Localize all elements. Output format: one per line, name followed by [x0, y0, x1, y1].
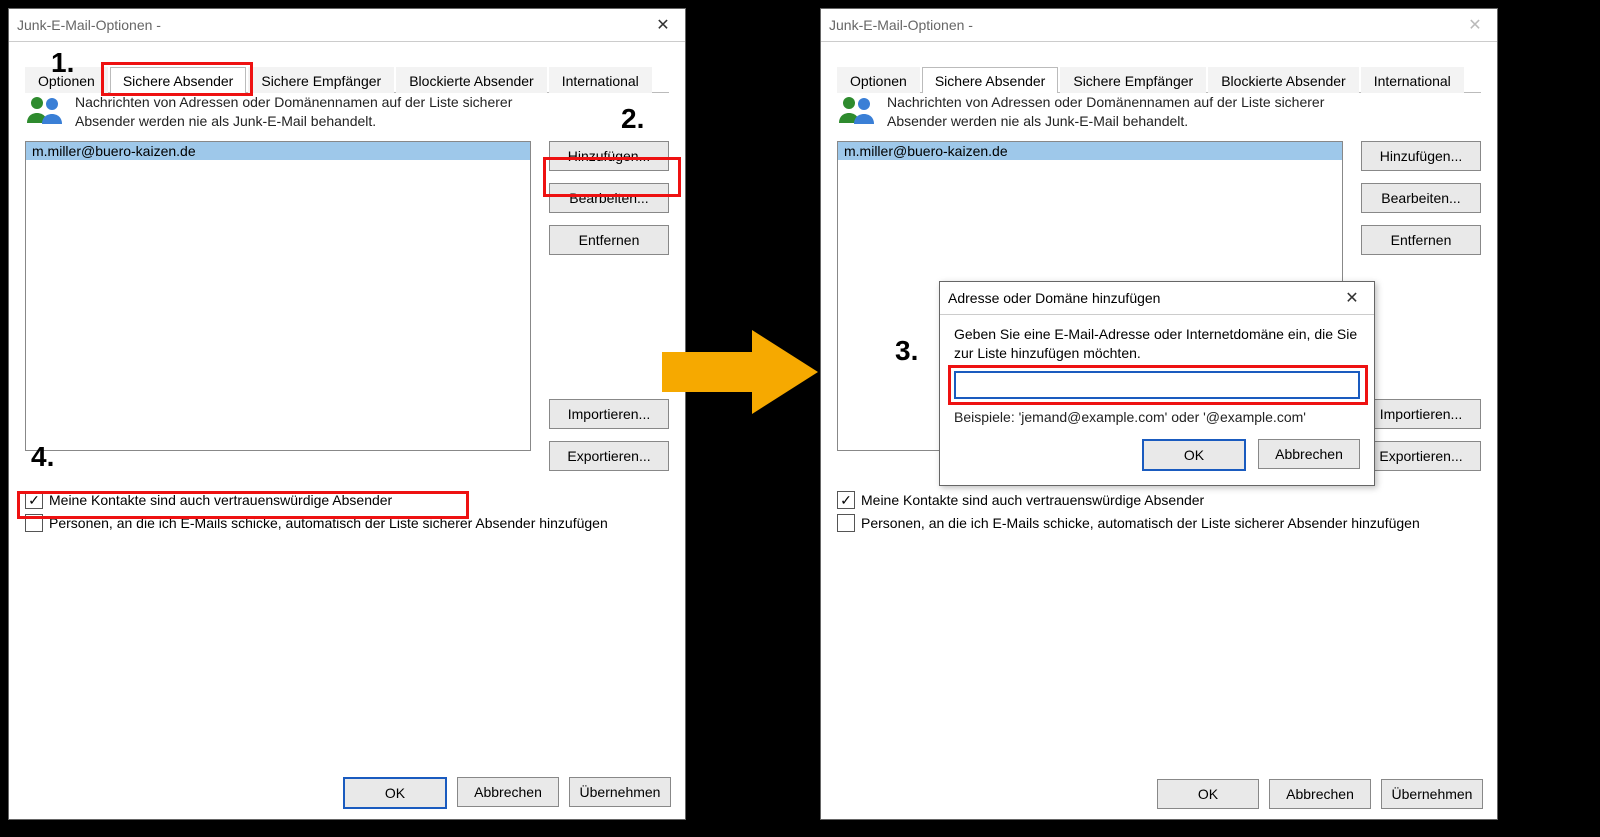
annotation-2: 2. [621, 103, 644, 135]
title-bar: Junk-E-Mail-Optionen - ✕ [9, 9, 685, 42]
annotation-3: 3. [895, 335, 918, 367]
annotation-1: 1. [51, 47, 74, 79]
tab-description: Nachrichten von Adressen oder Domänennam… [887, 93, 1327, 131]
sender-listbox[interactable]: m.miller@buero-kaizen.de [25, 141, 531, 451]
edit-button[interactable]: Bearbeiten... [549, 183, 669, 213]
tab-sichere-empfaenger[interactable]: Sichere Empfänger [248, 67, 394, 93]
modal-ok-button[interactable]: OK [1142, 439, 1246, 471]
checkbox-auto-add-recipients-label: Personen, an die ich E-Mails schicke, au… [49, 514, 608, 533]
add-button[interactable]: Hinzufügen... [549, 141, 669, 171]
arrow-icon [662, 322, 818, 422]
ok-button[interactable]: OK [1157, 779, 1259, 809]
dialog-footer: OK Abbrechen Übernehmen [1157, 779, 1483, 809]
tab-description: Nachrichten von Adressen oder Domänennam… [75, 93, 515, 131]
modal-example: Beispiele: 'jemand@example.com' oder '@e… [954, 409, 1360, 425]
tab-sichere-absender[interactable]: Sichere Absender [110, 67, 247, 93]
dialog-footer: OK Abbrechen Übernehmen [343, 777, 671, 809]
annotation-4: 4. [31, 441, 54, 473]
checkbox-contacts-trusted[interactable]: ✓ [25, 491, 43, 509]
tab-optionen[interactable]: Optionen [837, 67, 920, 93]
checkbox-auto-add-recipients[interactable] [837, 514, 855, 532]
close-icon[interactable]: ✕ [1453, 9, 1497, 41]
modal-instruction: Geben Sie eine E-Mail-Adresse oder Inter… [954, 325, 1360, 363]
window-title: Junk-E-Mail-Optionen - [9, 17, 641, 33]
modal-cancel-button[interactable]: Abbrechen [1258, 439, 1360, 469]
people-icon [837, 93, 877, 127]
tab-international[interactable]: International [549, 67, 652, 93]
junk-options-dialog-step1: Junk-E-Mail-Optionen - ✕ Optionen Sicher… [8, 8, 686, 820]
remove-button[interactable]: Entfernen [1361, 225, 1481, 255]
export-button[interactable]: Exportieren... [1361, 441, 1481, 471]
title-bar: Junk-E-Mail-Optionen - ✕ [821, 9, 1497, 42]
checkbox-contacts-trusted[interactable]: ✓ [837, 491, 855, 509]
apply-button[interactable]: Übernehmen [569, 777, 671, 807]
tab-strip: Optionen Sichere Absender Sichere Empfän… [25, 60, 669, 93]
modal-title: Adresse oder Domäne hinzufügen [940, 290, 1330, 306]
add-address-dialog: Adresse oder Domäne hinzufügen ✕ Geben S… [939, 281, 1375, 486]
address-input[interactable] [954, 371, 1360, 399]
list-item[interactable]: m.miller@buero-kaizen.de [26, 142, 530, 160]
import-button[interactable]: Importieren... [1361, 399, 1481, 429]
export-button[interactable]: Exportieren... [549, 441, 669, 471]
checkbox-contacts-trusted-label: Meine Kontakte sind auch vertrauenswürdi… [49, 491, 392, 510]
close-icon[interactable]: ✕ [641, 9, 685, 41]
tab-sichere-absender[interactable]: Sichere Absender [922, 67, 1059, 93]
tab-international[interactable]: International [1361, 67, 1464, 93]
tab-sichere-empfaenger[interactable]: Sichere Empfänger [1060, 67, 1206, 93]
close-icon[interactable]: ✕ [1330, 282, 1374, 314]
cancel-button[interactable]: Abbrechen [457, 777, 559, 807]
tab-blockierte-absender[interactable]: Blockierte Absender [1208, 67, 1359, 93]
people-icon [25, 93, 65, 127]
modal-title-bar: Adresse oder Domäne hinzufügen ✕ [940, 282, 1374, 315]
edit-button[interactable]: Bearbeiten... [1361, 183, 1481, 213]
list-item[interactable]: m.miller@buero-kaizen.de [838, 142, 1342, 160]
tab-strip: Optionen Sichere Absender Sichere Empfän… [837, 60, 1481, 93]
junk-options-dialog-step2: Junk-E-Mail-Optionen - ✕ Optionen Sicher… [820, 8, 1498, 820]
tab-blockierte-absender[interactable]: Blockierte Absender [396, 67, 547, 93]
remove-button[interactable]: Entfernen [549, 225, 669, 255]
window-title: Junk-E-Mail-Optionen - [821, 17, 1453, 33]
ok-button[interactable]: OK [343, 777, 447, 809]
checkbox-auto-add-recipients-label: Personen, an die ich E-Mails schicke, au… [861, 514, 1420, 533]
cancel-button[interactable]: Abbrechen [1269, 779, 1371, 809]
import-button[interactable]: Importieren... [549, 399, 669, 429]
checkbox-auto-add-recipients[interactable] [25, 514, 43, 532]
checkbox-contacts-trusted-label: Meine Kontakte sind auch vertrauenswürdi… [861, 491, 1204, 510]
apply-button[interactable]: Übernehmen [1381, 779, 1483, 809]
add-button[interactable]: Hinzufügen... [1361, 141, 1481, 171]
